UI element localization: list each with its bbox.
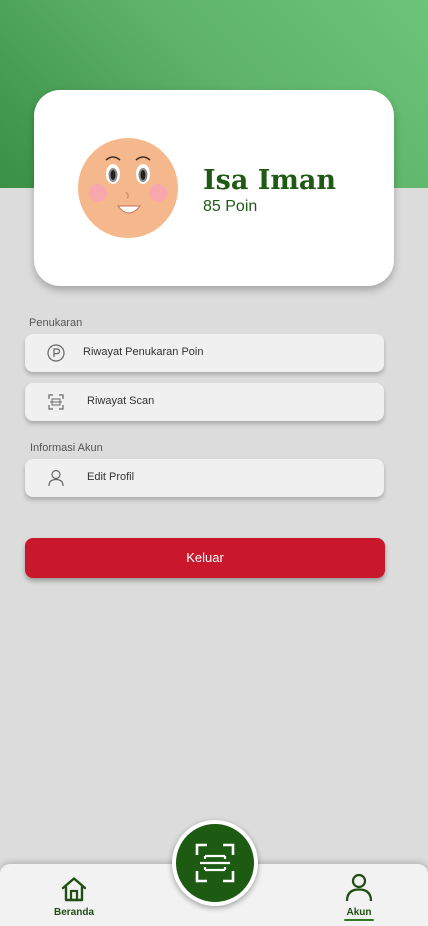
scan-button[interactable] — [172, 820, 258, 906]
nav-label-account: Akun — [346, 907, 372, 918]
user-name: Isa Iman — [203, 165, 337, 196]
menu-item-label: Edit Profil — [87, 471, 135, 483]
menu-item-label: Riwayat Scan — [87, 395, 155, 407]
section-label-exchange: Penukaran — [29, 317, 83, 329]
section-label-account: Informasi Akun — [30, 442, 103, 454]
scan-frame-icon — [48, 394, 64, 410]
menu-item-label: Riwayat Penukaran Poin — [83, 346, 204, 358]
nav-label-home: Beranda — [53, 907, 94, 918]
nav-item-home[interactable]: Beranda — [52, 876, 96, 918]
menu-item-exchange-history[interactable]: Riwayat Penukaran Poin — [25, 334, 384, 372]
menu-item-edit-profile[interactable]: Edit Profil — [25, 459, 384, 497]
scan-frame-icon — [195, 843, 235, 883]
points-p-icon — [47, 344, 65, 362]
profile-card: Isa Iman 85 Poin — [34, 90, 394, 286]
user-outline-icon — [48, 469, 64, 487]
active-indicator — [344, 919, 374, 921]
logout-button[interactable]: Keluar — [25, 538, 385, 578]
nav-item-account[interactable]: Akun — [336, 872, 382, 921]
user-points: 85 Poin — [203, 198, 258, 215]
avatar — [78, 138, 178, 238]
home-icon — [61, 877, 87, 902]
user-icon — [345, 873, 373, 902]
menu-item-scan-history[interactable]: Riwayat Scan — [25, 383, 384, 421]
